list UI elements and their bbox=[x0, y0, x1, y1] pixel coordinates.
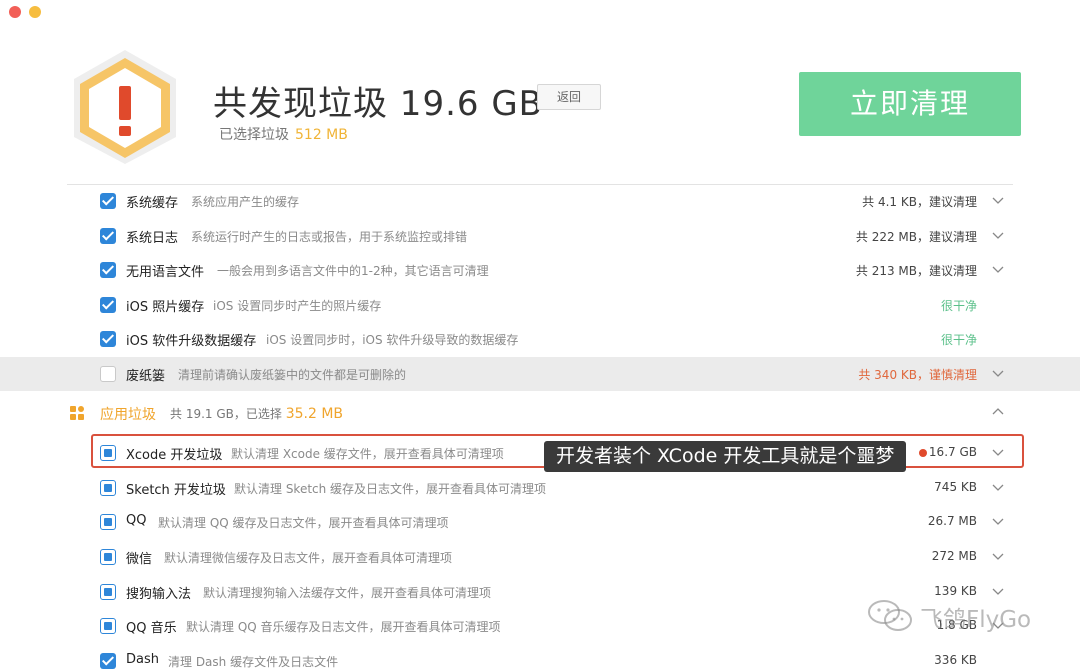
item-desc: 系统运行时产生的日志或报告，用于系统监控或排错 bbox=[191, 230, 468, 244]
list-item[interactable]: iOS 软件升级数据缓存 iOS 设置同步时，iOS 软件升级导致的数据缓存 很… bbox=[0, 322, 1080, 356]
watermark-text: 飞鸽FlyGo bbox=[920, 607, 1032, 633]
list-item[interactable]: 无用语言文件 一般会用到多语言文件中的1-2种，其它语言可清理 共 213 MB… bbox=[0, 253, 1080, 287]
clean-now-button[interactable]: 立即清理 bbox=[799, 72, 1021, 136]
item-size: 共 340 KB，谨慎清理 bbox=[858, 368, 977, 382]
checkbox[interactable] bbox=[100, 193, 116, 209]
item-size: 共 222 MB，建议清理 bbox=[855, 230, 977, 244]
list-item[interactable]: 搜狗输入法 默认清理搜狗输入法缓存文件，展开查看具体可清理项 139 KB bbox=[0, 575, 1080, 609]
item-size: 745 KB bbox=[934, 480, 977, 494]
checkbox[interactable] bbox=[100, 549, 116, 565]
list-item[interactable]: Sketch 开发垃圾 默认清理 Sketch 缓存及日志文件，展开查看具体可清… bbox=[0, 471, 1080, 505]
section-meta: 共 19.1 GB，已选择 35.2 MB bbox=[170, 405, 343, 422]
selected-label: 已选择垃圾 bbox=[219, 127, 289, 143]
selected-summary: 已选择垃圾 512 MB bbox=[219, 124, 348, 144]
chevron-up-icon[interactable] bbox=[992, 406, 1004, 418]
item-name: 无用语言文件 bbox=[126, 265, 205, 280]
annotation-tooltip: 开发者装个 XCode 开发工具就是个噩梦 bbox=[544, 441, 907, 472]
list-item[interactable]: 系统缓存 系统应用产生的缓存 共 4.1 KB，建议清理 bbox=[0, 184, 1080, 218]
item-size: 很干净 bbox=[940, 333, 977, 347]
page-title: 共发现垃圾 19.6 GB bbox=[213, 84, 543, 124]
section-summary: 共 19.1 GB，已选择 bbox=[170, 407, 282, 421]
item-desc: 默认清理微信缓存及日志文件，展开查看具体可清理项 bbox=[164, 551, 453, 565]
item-name: iOS 照片缓存 bbox=[126, 300, 205, 315]
item-desc: iOS 设置同步时产生的照片缓存 bbox=[213, 299, 382, 313]
checkbox[interactable] bbox=[100, 228, 116, 244]
list-item[interactable]: iOS 照片缓存 iOS 设置同步时产生的照片缓存 很干净 bbox=[0, 288, 1080, 322]
chevron-down-icon[interactable] bbox=[992, 263, 1004, 275]
item-size: 139 KB bbox=[934, 584, 977, 598]
item-desc: 默认清理 QQ 缓存及日志文件，展开查看具体可清理项 bbox=[158, 516, 449, 530]
checkbox[interactable] bbox=[100, 480, 116, 496]
selected-amount: 512 MB bbox=[295, 127, 348, 143]
window-minimize-button[interactable] bbox=[29, 6, 41, 18]
list-item[interactable]: QQ 默认清理 QQ 缓存及日志文件，展开查看具体可清理项 26.7 MB bbox=[0, 505, 1080, 539]
checkbox[interactable] bbox=[100, 584, 116, 600]
chevron-down-icon[interactable] bbox=[992, 515, 1004, 527]
back-button[interactable]: 返回 bbox=[537, 84, 601, 110]
item-size: 很干净 bbox=[940, 299, 977, 313]
chevron-down-icon[interactable] bbox=[992, 585, 1004, 597]
chevron-down-icon[interactable] bbox=[992, 481, 1004, 493]
item-name: 系统缓存 bbox=[126, 196, 179, 211]
checkbox[interactable] bbox=[100, 366, 116, 382]
item-name: 微信 bbox=[126, 552, 153, 567]
chevron-down-icon[interactable] bbox=[992, 229, 1004, 241]
item-name: Sketch 开发垃圾 bbox=[126, 483, 226, 498]
list-item[interactable]: Dash 清理 Dash 缓存文件及日志文件 336 KB bbox=[0, 644, 1080, 669]
list-item[interactable]: 微信 默认清理微信缓存及日志文件，展开查看具体可清理项 272 MB bbox=[0, 540, 1080, 574]
item-desc: 一般会用到多语言文件中的1-2种，其它语言可清理 bbox=[217, 264, 489, 278]
window-close-button[interactable] bbox=[9, 6, 21, 18]
checkbox[interactable] bbox=[100, 618, 116, 634]
list-item[interactable]: 废纸篓 清理前请确认废纸篓中的文件都是可删除的 共 340 KB，谨慎清理 bbox=[0, 357, 1080, 391]
apps-grid-icon bbox=[70, 406, 84, 420]
checkbox[interactable] bbox=[100, 514, 116, 530]
chevron-down-icon[interactable] bbox=[992, 550, 1004, 562]
item-name: QQ bbox=[126, 513, 147, 528]
item-name: iOS 软件升级数据缓存 bbox=[126, 334, 257, 349]
item-size: 272 MB bbox=[931, 549, 977, 563]
section-title: 应用垃圾 bbox=[100, 407, 156, 423]
item-name: QQ 音乐 bbox=[126, 621, 177, 636]
list-item[interactable]: QQ 音乐 默认清理 QQ 音乐缓存及日志文件，展开查看具体可清理项 1.8 G… bbox=[0, 609, 1080, 643]
item-size: 26.7 MB bbox=[927, 514, 977, 528]
item-size: 共 4.1 KB，建议清理 bbox=[862, 195, 977, 209]
item-size: 336 KB bbox=[934, 653, 977, 667]
item-desc: 默认清理搜狗输入法缓存文件，展开查看具体可清理项 bbox=[203, 586, 492, 600]
item-desc: 系统应用产生的缓存 bbox=[191, 195, 300, 209]
wechat-icon bbox=[868, 600, 912, 631]
checkbox[interactable] bbox=[100, 262, 116, 278]
item-name: 系统日志 bbox=[126, 231, 179, 246]
item-desc: 默认清理 QQ 音乐缓存及日志文件，展开查看具体可清理项 bbox=[186, 620, 501, 634]
warning-hexagon-icon bbox=[74, 50, 176, 164]
item-size: 共 213 MB，建议清理 bbox=[855, 264, 977, 278]
chevron-down-icon[interactable] bbox=[992, 194, 1004, 206]
list-item[interactable]: 系统日志 系统运行时产生的日志或报告，用于系统监控或排错 共 222 MB，建议… bbox=[0, 219, 1080, 253]
checkbox[interactable] bbox=[100, 331, 116, 347]
item-desc: 默认清理 Sketch 缓存及日志文件，展开查看具体可清理项 bbox=[234, 482, 547, 496]
item-desc: 清理 Dash 缓存文件及日志文件 bbox=[168, 655, 339, 669]
item-name: 搜狗输入法 bbox=[126, 587, 192, 602]
section-selected-amount: 35.2 MB bbox=[285, 406, 344, 422]
chevron-down-icon[interactable] bbox=[992, 367, 1004, 379]
item-name: 废纸篓 bbox=[126, 369, 166, 384]
item-desc: 清理前请确认废纸篓中的文件都是可删除的 bbox=[178, 368, 407, 382]
item-desc: iOS 设置同步时，iOS 软件升级导致的数据缓存 bbox=[266, 333, 519, 347]
alert-dot bbox=[919, 449, 927, 457]
checkbox[interactable] bbox=[100, 297, 116, 313]
item-name: Dash bbox=[126, 652, 159, 667]
app-junk-section-header[interactable]: 应用垃圾 共 19.1 GB，已选择 35.2 MB bbox=[0, 396, 1080, 430]
